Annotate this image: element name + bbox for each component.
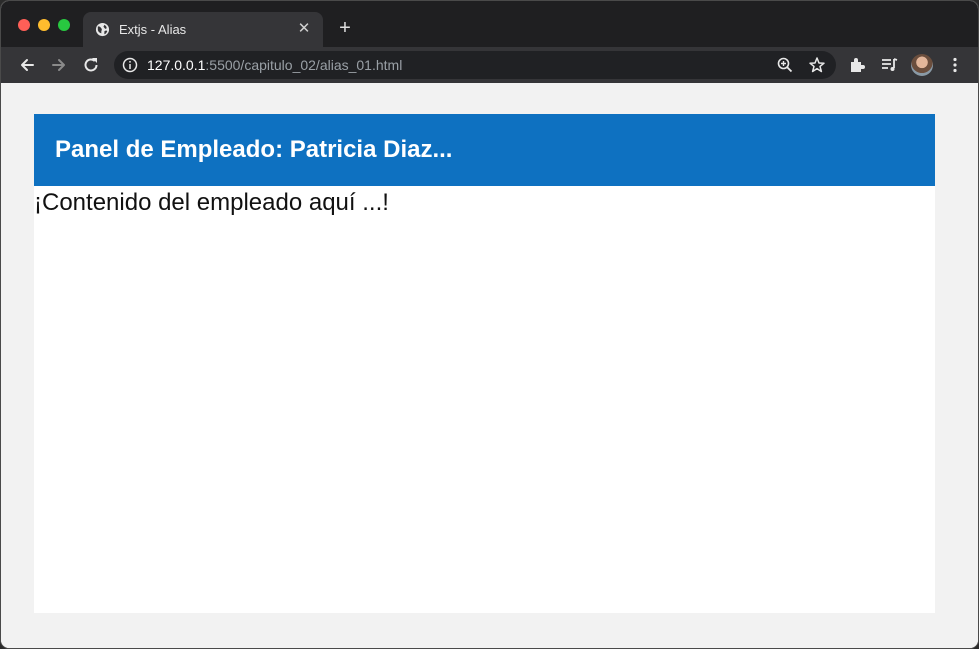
maximize-window-button[interactable] — [58, 19, 70, 31]
panel-body: ¡Contenido del empleado aquí ...! — [34, 186, 935, 613]
forward-icon[interactable] — [49, 55, 69, 75]
employee-panel: Panel de Empleado: Patricia Diaz... ¡Con… — [34, 114, 935, 613]
close-window-button[interactable] — [18, 19, 30, 31]
panel-body-text: ¡Contenido del empleado aquí ...! — [34, 189, 389, 216]
panel-header: Panel de Empleado: Patricia Diaz... — [34, 114, 935, 186]
url-host: 127.0.0.1 — [147, 57, 206, 73]
globe-icon — [95, 22, 110, 37]
page-viewport: Panel de Empleado: Patricia Diaz... ¡Con… — [1, 83, 978, 648]
tab-title: Extjs - Alias — [119, 22, 187, 37]
info-icon[interactable] — [122, 57, 138, 73]
star-icon[interactable] — [808, 56, 826, 74]
url-text[interactable]: 127.0.0.1:5500/capitulo_02/alias_01.html — [147, 57, 402, 73]
back-icon[interactable] — [17, 55, 37, 75]
tab-close-icon[interactable]: ✕ — [295, 20, 313, 38]
panel-title: Panel de Empleado: Patricia Diaz... — [55, 136, 453, 163]
tab-extjs-alias[interactable]: Extjs - Alias ✕ — [83, 12, 323, 47]
url-path: :5500/capitulo_02/alias_01.html — [205, 57, 403, 73]
browser-window: Extjs - Alias ✕ + 127.0.0.1:5500/capitul… — [0, 0, 979, 649]
tab-strip: Extjs - Alias ✕ + — [1, 1, 978, 47]
reload-icon[interactable] — [81, 55, 101, 75]
extensions-icon[interactable] — [847, 55, 867, 75]
media-icon[interactable] — [879, 55, 899, 75]
address-bar[interactable]: 127.0.0.1:5500/capitulo_02/alias_01.html — [114, 51, 836, 79]
zoom-icon[interactable] — [776, 56, 794, 74]
menu-icon[interactable] — [945, 55, 965, 75]
minimize-window-button[interactable] — [38, 19, 50, 31]
avatar[interactable] — [911, 54, 933, 76]
browser-toolbar: 127.0.0.1:5500/capitulo_02/alias_01.html — [1, 47, 978, 83]
new-tab-button[interactable]: + — [335, 18, 355, 38]
